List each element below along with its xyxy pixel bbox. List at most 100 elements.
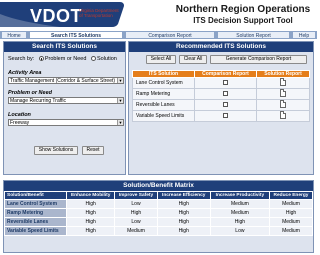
matrix-row: Lane Control System High Low High Medium… bbox=[4, 199, 313, 209]
matrix-cell: High bbox=[156, 208, 211, 218]
document-icon[interactable] bbox=[280, 111, 286, 119]
vdot-logo-text: VDOT bbox=[30, 6, 83, 26]
chevron-down-icon: ▼ bbox=[117, 120, 123, 125]
radio-solution[interactable] bbox=[90, 56, 96, 62]
comparison-checkbox[interactable] bbox=[223, 90, 228, 96]
tab-help[interactable]: Help bbox=[292, 31, 316, 39]
problem-or-need-select[interactable]: Manage Recurring Traffic ▼ bbox=[8, 97, 124, 104]
search-panel: Search ITS Solutions Search by: Problem … bbox=[3, 41, 126, 175]
select-all-button[interactable]: Select All bbox=[146, 55, 176, 64]
matrix-cell: High bbox=[65, 217, 116, 227]
solution-name: Lane Control System bbox=[132, 77, 195, 89]
tab-comparison-report[interactable]: Comparison Report bbox=[125, 31, 215, 39]
activity-area-value: Traffic Management (Corridor & Surface S… bbox=[10, 78, 116, 84]
logo-sub-line2: of Transportation bbox=[79, 13, 113, 18]
matrix-cell: Medium bbox=[209, 208, 271, 218]
location-value: Freeway bbox=[10, 120, 30, 126]
solution-benefit-matrix: Solution/Benefit Matrix Solution/Benefit… bbox=[3, 180, 314, 253]
matrix-column-header: Enhance Mobility bbox=[65, 191, 116, 200]
document-icon[interactable] bbox=[280, 100, 286, 108]
matrix-cell: Medium bbox=[209, 199, 271, 209]
recommended-panel: Recommended ITS Solutions Select All Cle… bbox=[128, 41, 314, 175]
solution-name: Ramp Metering bbox=[132, 88, 195, 100]
matrix-cell: High bbox=[114, 208, 158, 218]
matrix-cell: Medium bbox=[269, 226, 313, 236]
table-row: Variable Speed Limits bbox=[132, 110, 310, 122]
show-solutions-button[interactable]: Show Solutions bbox=[34, 146, 78, 155]
problem-or-need-value: Manage Recurring Traffic bbox=[10, 98, 67, 104]
comparison-cell bbox=[194, 99, 257, 111]
radio-problem-or-need[interactable] bbox=[38, 56, 44, 62]
search-by-row: Search by: Problem or Need Solution bbox=[8, 56, 117, 62]
search-by-label: Search by: bbox=[8, 56, 35, 62]
its-solutions-table: ITS Solution Comparison Report Solution … bbox=[132, 70, 310, 122]
radio-problem-label: Problem or Need bbox=[44, 56, 87, 62]
matrix-cell: Medium bbox=[269, 199, 313, 209]
matrix-cell: High bbox=[65, 199, 116, 209]
matrix-cell: Low bbox=[114, 217, 158, 227]
report-cell bbox=[256, 77, 310, 89]
matrix-row: Reversible Lanes High Low High High Medi… bbox=[4, 217, 313, 227]
report-cell bbox=[256, 88, 310, 100]
reset-button[interactable]: Reset bbox=[82, 146, 104, 155]
radio-solution-label: Solution bbox=[96, 56, 117, 62]
matrix-row-label: Lane Control System bbox=[4, 199, 67, 209]
matrix-cell: High bbox=[209, 217, 271, 227]
tab-home[interactable]: Home bbox=[1, 31, 27, 39]
matrix-header-row: Solution/Benefit Enhance Mobility Improv… bbox=[4, 191, 313, 200]
comparison-cell bbox=[194, 88, 257, 100]
comparison-cell bbox=[194, 110, 257, 122]
matrix-row: Ramp Metering High High High Medium High bbox=[4, 208, 313, 218]
matrix-cell: Low bbox=[209, 226, 271, 236]
generate-comparison-report-button[interactable]: Generate Comparison Report bbox=[210, 55, 307, 64]
table-row: Ramp Metering bbox=[132, 88, 310, 100]
matrix-cell: Medium bbox=[269, 217, 313, 227]
activity-area-select[interactable]: Traffic Management (Corridor & Surface S… bbox=[8, 77, 124, 84]
matrix-table: Solution/Benefit Enhance Mobility Improv… bbox=[4, 191, 313, 236]
matrix-cell: Low bbox=[114, 199, 158, 209]
matrix-cell: High bbox=[65, 226, 116, 236]
table-row: Lane Control System bbox=[132, 77, 310, 89]
matrix-column-header: Reduce Energy bbox=[269, 191, 313, 200]
comparison-checkbox[interactable] bbox=[223, 79, 228, 85]
document-icon[interactable] bbox=[280, 89, 286, 97]
page-header: VDOT Virginia Department of Transportati… bbox=[0, 0, 317, 30]
report-cell bbox=[256, 110, 310, 122]
comparison-cell bbox=[194, 77, 257, 89]
solution-name: Variable Speed Limits bbox=[132, 110, 195, 122]
column-header: Comparison Report bbox=[194, 70, 257, 78]
chevron-down-icon: ▼ bbox=[117, 98, 123, 103]
tab-search-its-solutions[interactable]: Search ITS Solutions bbox=[29, 31, 123, 39]
matrix-cell: High bbox=[156, 226, 211, 236]
table-header-row: ITS Solution Comparison Report Solution … bbox=[132, 70, 310, 78]
matrix-cell: High bbox=[269, 208, 313, 218]
solution-name: Reversible Lanes bbox=[132, 99, 195, 111]
search-panel-title: Search ITS Solutions bbox=[4, 42, 125, 52]
comparison-checkbox[interactable] bbox=[223, 112, 228, 118]
matrix-cell: High bbox=[156, 217, 211, 227]
matrix-cell: High bbox=[65, 208, 116, 218]
chevron-down-icon: ▼ bbox=[117, 78, 123, 83]
comparison-checkbox[interactable] bbox=[223, 101, 228, 107]
column-header: Solution Report bbox=[256, 70, 310, 78]
problem-or-need-label: Problem or Need bbox=[8, 90, 53, 96]
column-header: ITS Solution bbox=[132, 70, 195, 78]
page-title: Northern Region Operations bbox=[175, 4, 311, 15]
tab-solution-report[interactable]: Solution Report bbox=[217, 31, 290, 39]
recommended-panel-title: Recommended ITS Solutions bbox=[129, 42, 313, 52]
matrix-row-label: Reversible Lanes bbox=[4, 217, 67, 227]
location-select[interactable]: Freeway ▼ bbox=[8, 119, 124, 126]
document-icon[interactable] bbox=[280, 78, 286, 86]
matrix-column-header: Increase Productivity bbox=[209, 191, 271, 200]
page-subtitle: ITS Decision Support Tool bbox=[193, 16, 293, 25]
tab-bar: Home Search ITS Solutions Comparison Rep… bbox=[0, 31, 317, 39]
matrix-column-header: Improve Safety bbox=[114, 191, 158, 200]
matrix-cell: High bbox=[156, 199, 211, 209]
location-label: Location bbox=[8, 112, 31, 118]
matrix-row: Variable Speed Limits High Medium High L… bbox=[4, 226, 313, 236]
clear-all-button[interactable]: Clear All bbox=[179, 55, 207, 64]
table-row: Reversible Lanes bbox=[132, 99, 310, 111]
report-cell bbox=[256, 99, 310, 111]
matrix-cell: Medium bbox=[114, 226, 158, 236]
activity-area-label: Activity Area bbox=[8, 70, 42, 76]
